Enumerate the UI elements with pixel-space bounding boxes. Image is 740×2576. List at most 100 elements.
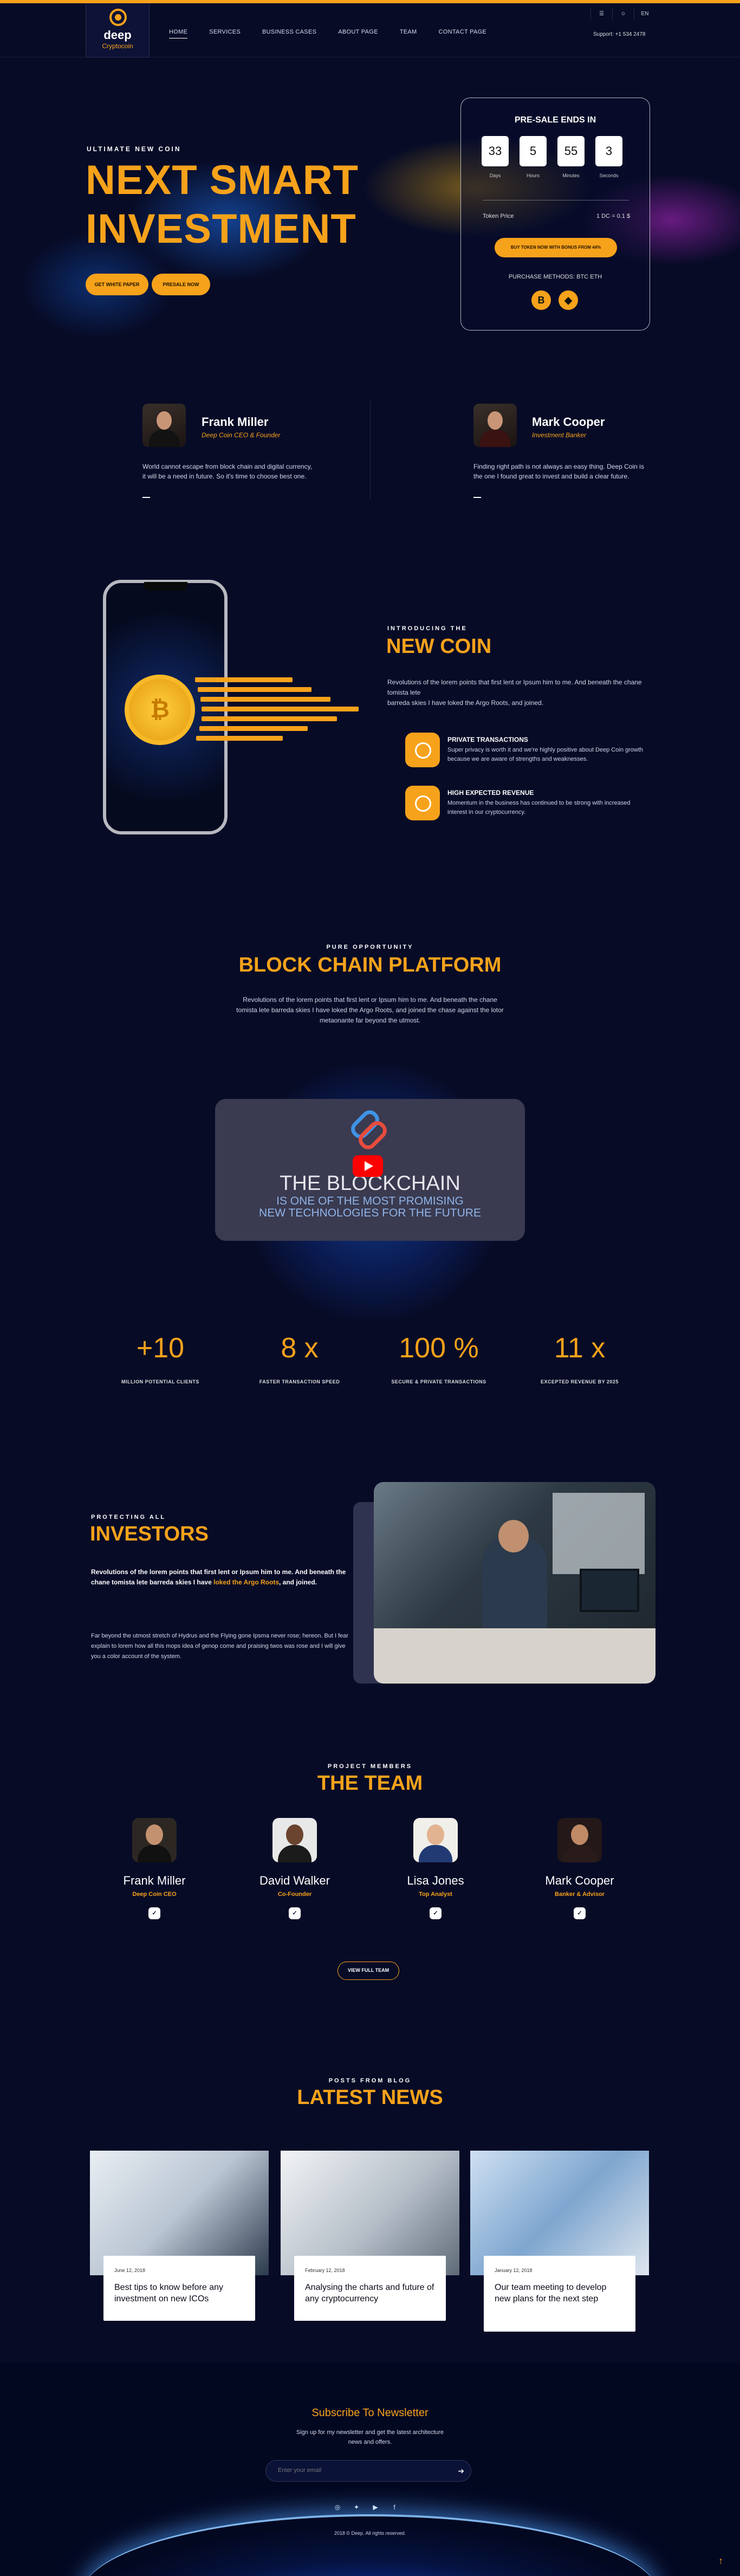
- avatar: [272, 1818, 317, 1862]
- twitter-icon[interactable]: ✓: [574, 1907, 586, 1919]
- divider: [473, 497, 481, 498]
- logo[interactable]: deep Cryptocoin: [86, 3, 150, 57]
- stat-label: EXCEPTED REVENUE BY 2025: [541, 1379, 619, 1384]
- support-phone[interactable]: Support: +1 534 2478: [593, 31, 645, 37]
- logo-text: deep: [103, 28, 132, 42]
- privacy-icon: [405, 733, 440, 767]
- arrow-right-icon[interactable]: ➔: [458, 2467, 464, 2476]
- nav-about[interactable]: ABOUT PAGE: [338, 29, 378, 38]
- investor-photo: [374, 1482, 655, 1684]
- news-card[interactable]: January 12, 2018 Our team meeting to dev…: [484, 2256, 635, 2332]
- avatar: [142, 404, 186, 447]
- video-player[interactable]: THE BLOCKCHAIN IS ONE OF THE MOST PROMIS…: [215, 1099, 525, 1241]
- speed-streak: [202, 716, 337, 721]
- twitter-icon[interactable]: ✦: [351, 2503, 362, 2514]
- team-member-name: Mark Cooper: [545, 1874, 614, 1887]
- youtube-icon[interactable]: ▶: [370, 2503, 381, 2514]
- feature-text: Super privacy is worth it and we're high…: [447, 747, 644, 762]
- team-member-name: Frank Miller: [123, 1874, 186, 1887]
- hero-eyebrow: ULTIMATE NEW COIN: [87, 145, 181, 153]
- menu-icon[interactable]: ☰: [590, 8, 612, 21]
- divider: [370, 401, 371, 499]
- stat-value: 100 %: [399, 1332, 479, 1364]
- header-utility-icons: ☰ ☺ EN: [590, 8, 655, 21]
- nav-contact[interactable]: CONTACT PAGE: [439, 29, 487, 38]
- section-text: Revolutions of the lorem points that fir…: [387, 678, 642, 707]
- user-icon[interactable]: ☺: [612, 8, 634, 21]
- testimonial-name: Frank Miller: [202, 415, 269, 429]
- section-eyebrow: PROJECT MEMBERS: [327, 1763, 413, 1770]
- testimonial-role: Deep Coin CEO & Founder: [202, 431, 281, 439]
- site-header: deep Cryptocoin HOME SERVICES BUSINESS C…: [0, 3, 740, 57]
- news-title[interactable]: Our team meeting to develop new plans fo…: [495, 2282, 625, 2305]
- purchase-methods: PURCHASE METHODS: BTC ETH: [508, 274, 602, 280]
- news-title[interactable]: Analysing the charts and future of any c…: [305, 2282, 435, 2305]
- nav-team[interactable]: TEAM: [400, 29, 417, 38]
- page: deep Cryptocoin HOME SERVICES BUSINESS C…: [0, 0, 740, 2576]
- feature-title: HIGH EXPECTED REVENUE: [447, 789, 534, 797]
- presale-now-button[interactable]: PRESALE NOW: [152, 274, 210, 295]
- stat-label: MILLION POTENTIAL CLIENTS: [121, 1379, 199, 1384]
- presale-title: PRE-SALE ENDS IN: [514, 115, 596, 125]
- speed-streak: [202, 707, 359, 711]
- team-member-role: Co-Founder: [277, 1891, 312, 1898]
- stat-label: FASTER TRANSACTION SPEED: [259, 1379, 340, 1384]
- stat-label: SECURE & PRIVATE TRANSACTIONS: [391, 1379, 486, 1384]
- testimonial-quote: World cannot escape from block chain and…: [142, 463, 313, 480]
- bitcoin-coin-icon: ₿: [125, 675, 195, 745]
- token-price-value: 1 DC = 0.1 $: [596, 213, 631, 219]
- avatar: [413, 1818, 458, 1862]
- section-title: THE TEAM: [317, 1772, 423, 1795]
- countdown-hours: 5: [520, 136, 547, 166]
- testimonial-quote: Finding right path is not always an easy…: [473, 463, 644, 480]
- play-icon[interactable]: [353, 1155, 383, 1177]
- main-nav: HOME SERVICES BUSINESS CASES ABOUT PAGE …: [169, 29, 486, 38]
- nav-services[interactable]: SERVICES: [209, 29, 241, 38]
- email-field[interactable]: ➔: [265, 2460, 471, 2482]
- news-card[interactable]: June 12, 2018 Best tips to know before a…: [103, 2256, 255, 2321]
- view-full-team-button[interactable]: VIEW FULL TEAM: [337, 1962, 399, 1980]
- news-date: June 12, 2018: [114, 2268, 146, 2273]
- nav-home[interactable]: HOME: [169, 29, 188, 38]
- countdown-minutes-label: Minutes: [562, 173, 580, 178]
- nav-business-cases[interactable]: BUSINESS CASES: [262, 29, 316, 38]
- avatar: [557, 1818, 602, 1862]
- section-text: Revolutions of the lorem points that fir…: [236, 996, 504, 1024]
- buy-token-button[interactable]: BUY TOKEN NOW WITH BONUS FROM 44%: [495, 238, 617, 257]
- section-title: LATEST NEWS: [297, 2086, 443, 2109]
- news-title[interactable]: Best tips to know before any investment …: [114, 2282, 244, 2305]
- hero-title-line2: INVESTMENT: [86, 206, 356, 252]
- newsletter-text: Sign up for my newsletter and get the la…: [296, 2429, 444, 2445]
- avatar: [132, 1818, 177, 1862]
- email-input[interactable]: [278, 2467, 440, 2474]
- testimonial-role: Investment Banker: [532, 431, 587, 439]
- stat-value: 8 x: [281, 1332, 319, 1364]
- stat-value: 11 x: [554, 1332, 606, 1364]
- countdown-seconds: 3: [595, 136, 622, 166]
- ethereum-icon: ◆: [559, 290, 578, 310]
- team-member-role: Deep Coin CEO: [132, 1891, 177, 1898]
- instagram-icon[interactable]: ◎: [332, 2503, 343, 2514]
- facebook-icon[interactable]: f: [389, 2503, 400, 2514]
- news-date: January 12, 2018: [495, 2268, 533, 2273]
- news-card[interactable]: February 12, 2018 Analysing the charts a…: [294, 2256, 446, 2321]
- white-paper-button[interactable]: GET WHITE PAPER: [86, 274, 148, 295]
- testimonial-name: Mark Cooper: [532, 415, 605, 429]
- language-switch[interactable]: EN: [634, 8, 655, 21]
- speed-streak: [198, 687, 311, 692]
- investors-text: Far beyond the utmost stretch of Hydrus …: [91, 1633, 349, 1660]
- avatar: [473, 404, 517, 447]
- speed-streak: [200, 697, 330, 702]
- section-title: INVESTORS: [90, 1523, 209, 1545]
- team-member-name: David Walker: [259, 1874, 330, 1887]
- feature-title: PRIVATE TRANSACTIONS: [447, 736, 528, 743]
- back-to-top-icon[interactable]: ↑: [718, 2555, 723, 2567]
- countdown-days: 33: [482, 136, 509, 166]
- twitter-icon[interactable]: ✓: [289, 1907, 301, 1919]
- twitter-icon[interactable]: ✓: [148, 1907, 160, 1919]
- revenue-icon: [405, 786, 440, 820]
- section-title: NEW COIN: [386, 635, 492, 658]
- hero-title: NEXT SMART INVESTMENT: [86, 156, 359, 254]
- team-member-role: Top Analyst: [419, 1891, 452, 1898]
- twitter-icon[interactable]: ✓: [430, 1907, 442, 1919]
